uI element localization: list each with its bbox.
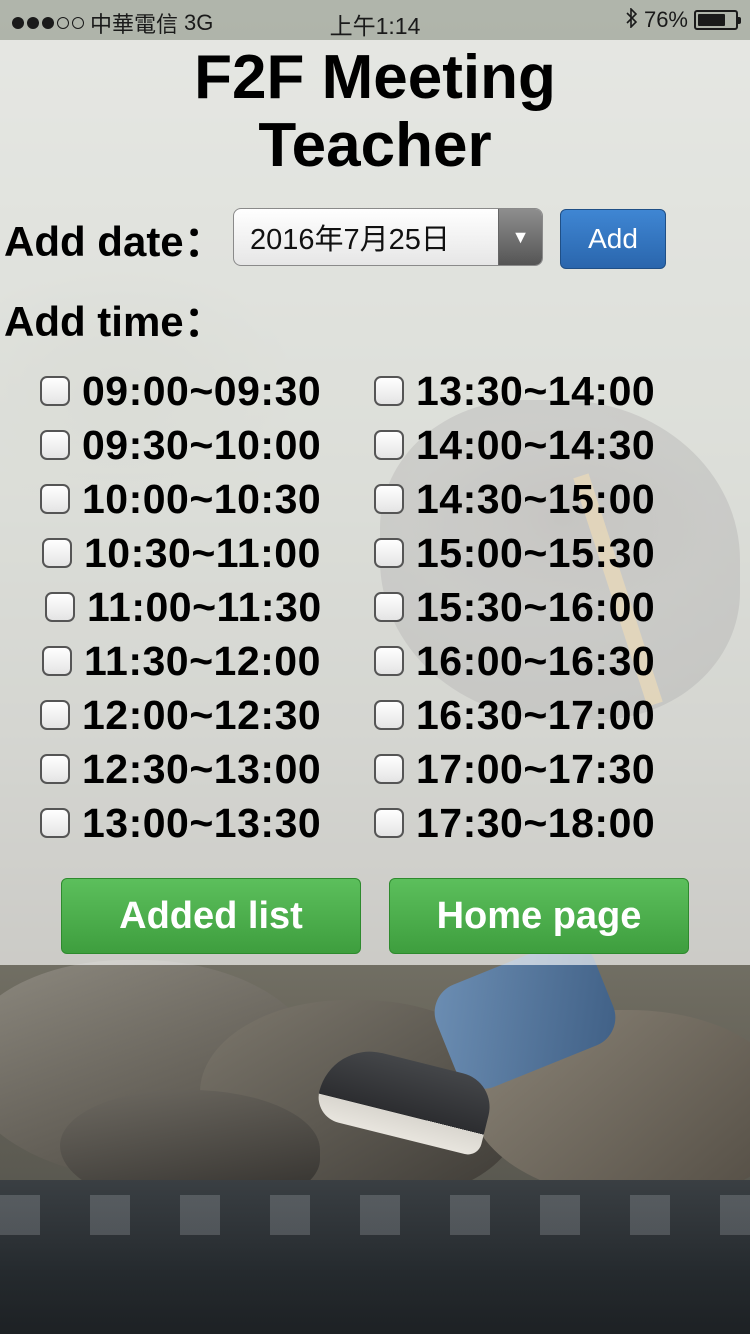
time-slot-checkbox[interactable] xyxy=(40,700,70,730)
chevron-down-icon[interactable]: ▼ xyxy=(498,209,542,265)
home-page-button[interactable]: Home page xyxy=(389,878,689,954)
time-slot[interactable]: 12:30~13:00 xyxy=(40,742,321,796)
time-slot-label: 16:30~17:00 xyxy=(416,691,656,738)
title-line-1: F2F Meeting xyxy=(194,43,556,112)
time-slot[interactable]: 14:30~15:00 xyxy=(374,472,655,526)
time-slot-label: 15:00~15:30 xyxy=(416,529,656,576)
time-slot-checkbox[interactable] xyxy=(374,376,404,406)
time-slot-label: 14:00~14:30 xyxy=(416,421,656,468)
time-slot[interactable]: 16:30~17:00 xyxy=(374,688,655,742)
time-slot-checkbox[interactable] xyxy=(374,646,404,676)
time-slot-label: 17:30~18:00 xyxy=(416,799,656,846)
battery-icon xyxy=(694,10,741,30)
time-slot[interactable]: 17:30~18:00 xyxy=(374,796,655,850)
time-slot[interactable]: 16:00~16:30 xyxy=(374,634,655,688)
time-slot[interactable]: 17:00~17:30 xyxy=(374,742,655,796)
time-slot-checkbox[interactable] xyxy=(374,808,404,838)
time-slot-label: 15:30~16:00 xyxy=(416,583,656,630)
time-slot-checkbox[interactable] xyxy=(40,754,70,784)
add-date-button[interactable]: Add xyxy=(560,209,666,269)
time-slot[interactable]: 14:00~14:30 xyxy=(374,418,655,472)
time-slot-label: 11:30~12:00 xyxy=(84,637,321,684)
time-slot[interactable]: 15:00~15:30 xyxy=(374,526,655,580)
selected-date: 2016年7月25日 xyxy=(250,224,450,256)
time-slot[interactable]: 10:30~11:00 xyxy=(42,526,321,580)
date-select[interactable]: 2016年7月25日 ▼ xyxy=(233,208,543,266)
status-right: 76% xyxy=(626,6,741,33)
time-slot-label: 14:30~15:00 xyxy=(416,475,656,522)
time-slot-label: 12:00~12:30 xyxy=(82,691,322,738)
time-slot-checkbox[interactable] xyxy=(40,484,70,514)
time-slot[interactable]: 09:00~09:30 xyxy=(40,364,321,418)
time-slot[interactable]: 15:30~16:00 xyxy=(374,580,655,634)
title-line-2: Teacher xyxy=(258,111,492,180)
time-slot-checkbox[interactable] xyxy=(42,646,72,676)
time-slot-checkbox[interactable] xyxy=(374,430,404,460)
status-bar: 中華電信 3G 上午1:14 76% xyxy=(0,0,750,40)
add-date-label: Add date： xyxy=(4,218,226,265)
bluetooth-icon xyxy=(626,6,638,33)
time-slot[interactable]: 13:30~14:00 xyxy=(374,364,655,418)
time-slot-label: 09:30~10:00 xyxy=(82,421,322,468)
time-slot[interactable]: 12:00~12:30 xyxy=(40,688,321,742)
time-slot-label: 10:00~10:30 xyxy=(82,475,322,522)
time-slot-checkbox[interactable] xyxy=(42,538,72,568)
time-slot-checkbox[interactable] xyxy=(374,754,404,784)
time-slot-checkbox[interactable] xyxy=(40,430,70,460)
time-slot[interactable]: 10:00~10:30 xyxy=(40,472,321,526)
time-slot-checkbox[interactable] xyxy=(40,376,70,406)
time-slot-label: 13:30~14:00 xyxy=(416,367,656,414)
time-slot-label: 12:30~13:00 xyxy=(82,745,322,792)
time-slot-label: 13:00~13:30 xyxy=(82,799,322,846)
time-slot[interactable]: 11:30~12:00 xyxy=(42,634,321,688)
time-slot-checkbox[interactable] xyxy=(374,484,404,514)
time-slot-checkbox[interactable] xyxy=(45,592,75,622)
add-time-label: Add time： xyxy=(4,298,226,345)
time-slot[interactable]: 11:00~11:30 xyxy=(45,580,322,634)
time-slot[interactable]: 13:00~13:30 xyxy=(40,796,321,850)
time-slot-checkbox[interactable] xyxy=(374,592,404,622)
page-title: F2F Meeting Teacher xyxy=(0,44,750,180)
time-slot[interactable]: 09:30~10:00 xyxy=(40,418,321,472)
battery-percent: 76% xyxy=(643,7,688,32)
time-slot-checkbox[interactable] xyxy=(374,538,404,568)
time-slot-checkbox[interactable] xyxy=(40,808,70,838)
photo-water-foam xyxy=(0,1195,750,1235)
added-list-button[interactable]: Added list xyxy=(61,878,361,954)
time-slot-label: 09:00~09:30 xyxy=(82,367,322,414)
time-slot-label: 17:00~17:30 xyxy=(416,745,656,792)
time-slot-label: 16:00~16:30 xyxy=(416,637,656,684)
time-slot-label: 10:30~11:00 xyxy=(84,529,321,576)
battery-level xyxy=(698,14,726,26)
time-slot-label: 11:00~11:30 xyxy=(87,583,322,630)
time-slot-checkbox[interactable] xyxy=(374,700,404,730)
